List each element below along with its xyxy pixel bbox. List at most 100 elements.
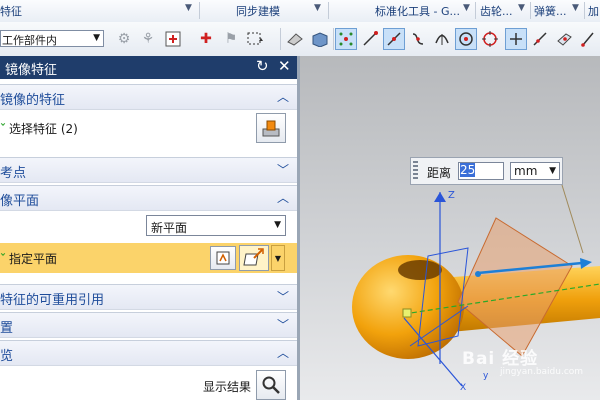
chevron-down-icon[interactable]: ﹀ [277,161,289,178]
z-axis-arrow-icon [434,192,446,202]
ribbon-divider [328,2,329,19]
mirror-plane-preview[interactable] [457,217,573,357]
reverse-direction-button[interactable] [210,246,236,270]
specify-plane-label: 指定平面 [9,252,58,266]
watermark: Bai 经验 [462,349,539,369]
selection-scope-dropdown[interactable]: 工作部件内 ▼ [0,30,104,47]
deselect-icon[interactable]: ⚑ [220,28,242,50]
show-result-button[interactable] [256,370,286,400]
reset-icon[interactable]: ↻ [256,57,269,75]
mirror-feature-dialog: 镜像特征 ↻ ✕ 镜像的特征 ︿ ˇ 选择特征 (2) 考点 ﹀ 像平面 ︿ 新平… [0,56,300,400]
specify-plane-row[interactable]: ˇ 指定平面 ▼ [0,243,297,273]
plane-option-value: 新平面 [151,221,188,235]
required-check-icon: ˇ [0,122,6,136]
selection-scope-value: 工作部件内 [2,34,57,47]
z-axis-label: Z [448,190,455,201]
select-feature-label: 选择特征 (2) [9,122,78,136]
section-title: 览 [0,349,14,364]
ribbon-divider [475,2,476,19]
ribbon-expand-icon[interactable]: ▼ [463,3,470,13]
ribbon-expand-icon[interactable]: ▼ [314,3,321,13]
section-title: 像平面 [0,194,40,209]
arc-center-icon[interactable] [455,28,477,50]
distance-input[interactable]: 25 [458,162,504,180]
selection-toolbar: 工作部件内 ▼ ⚙ ⚘ ✚ ⚑ [0,22,600,57]
bounded-grid-icon[interactable] [577,28,599,50]
toolbar-divider [333,28,334,50]
required-check-icon: ˇ [0,252,6,266]
ribbon-group-add[interactable]: 加 [588,3,599,19]
chevron-down-icon[interactable]: ﹀ [277,316,289,333]
distance-value: 25 [460,163,476,177]
close-icon[interactable]: ✕ [278,57,291,75]
chevron-up-icon[interactable]: ︿ [277,344,289,361]
add-select-icon[interactable]: ✚ [195,28,217,50]
plane-dialog-icon [243,248,264,266]
ribbon-group-features[interactable]: 特征 [0,3,22,19]
intersection-point-icon[interactable] [431,28,453,50]
selection-intent-icon[interactable] [162,28,184,50]
leader-line [561,184,584,254]
section-header-preview[interactable]: 览 ︿ [0,340,297,366]
drag-grip-icon[interactable] [413,161,418,181]
section-title: 考点 [0,166,27,181]
distance-handle-origin[interactable] [475,271,481,277]
unit-dropdown[interactable]: mm ▼ [510,162,560,180]
feature-select-icon [262,120,280,137]
snap-settings-icon[interactable]: ⚙ [113,28,135,50]
point-on-face-icon[interactable] [553,28,575,50]
point-on-curve-icon[interactable] [529,28,551,50]
origin-handle[interactable] [402,308,412,318]
ribbon-group-bar: 特征 ▼ 同步建模 ▼ 标准化工具 - G... ▼ 齿轮... ▼ 弹簧...… [0,0,600,23]
select-feature-button[interactable] [256,113,286,143]
dialog-title-bar: 镜像特征 ↻ ✕ [0,56,297,79]
ribbon-group-standard-tools[interactable]: 标准化工具 - G... [375,3,460,19]
watermark-url: jingyan.baidu.com [500,367,584,377]
ribbon-group-gears[interactable]: 齿轮... [480,3,513,19]
model-scene[interactable]: Z X y [300,56,600,400]
control-point-icon[interactable] [407,28,429,50]
ribbon-expand-icon[interactable]: ▼ [572,3,579,13]
existing-point-icon[interactable] [505,28,527,50]
chevron-up-icon[interactable]: ︿ [277,88,289,105]
chevron-down-icon[interactable]: ﹀ [277,288,289,305]
eraser-icon[interactable] [284,28,306,50]
graphics-viewport[interactable]: Z X y [300,56,600,400]
distance-label: 距离 [427,166,452,180]
unit-value: mm [514,164,538,178]
plane-type-dropdown[interactable]: ▼ [271,245,285,271]
snap-point-icon[interactable] [335,28,357,50]
select-feature-row[interactable]: ˇ 选择特征 (2) [0,120,297,137]
filter-icon[interactable]: ⚘ [137,28,159,50]
chevron-down-icon: ▼ [274,253,282,263]
ribbon-group-sync-modeling[interactable]: 同步建模 [236,3,280,19]
plane-dialog-button[interactable] [239,245,269,271]
section-header-mirror-features[interactable]: 镜像的特征 ︿ [0,84,297,110]
section-header-settings[interactable]: 置 ﹀ [0,312,297,338]
magnifier-icon [262,376,280,394]
quadrant-point-icon[interactable] [479,28,501,50]
ribbon-expand-icon[interactable]: ▼ [518,3,525,13]
x-axis-label: X [460,383,466,393]
reverse-direction-icon [216,251,230,265]
section-header-reusable-references[interactable]: 特征的可重用引用 ﹀ [0,284,297,310]
end-point-icon[interactable] [359,28,381,50]
plane-option-dropdown[interactable]: 新平面 ▼ [146,215,286,236]
ribbon-expand-icon[interactable]: ▼ [185,3,192,13]
mid-point-icon[interactable] [383,28,405,50]
rectangle-select-icon[interactable] [244,28,266,50]
sphere-hole [398,260,442,280]
toolbar-divider [280,28,281,50]
ribbon-divider [199,2,200,19]
section-title: 镜像的特征 [0,93,66,108]
section-title: 置 [0,321,14,336]
chevron-down-icon: ▼ [549,166,556,176]
show-result-label: 显示结果 [203,380,252,394]
section-header-reference-point[interactable]: 考点 ﹀ [0,157,297,183]
section-title: 特征的可重用引用 [0,293,105,308]
section-header-mirror-plane[interactable]: 像平面 ︿ [0,185,297,211]
ribbon-divider [530,2,531,19]
solid-body-icon[interactable] [308,28,330,50]
chevron-up-icon[interactable]: ︿ [277,189,289,206]
ribbon-group-springs[interactable]: 弹簧... [534,3,567,19]
